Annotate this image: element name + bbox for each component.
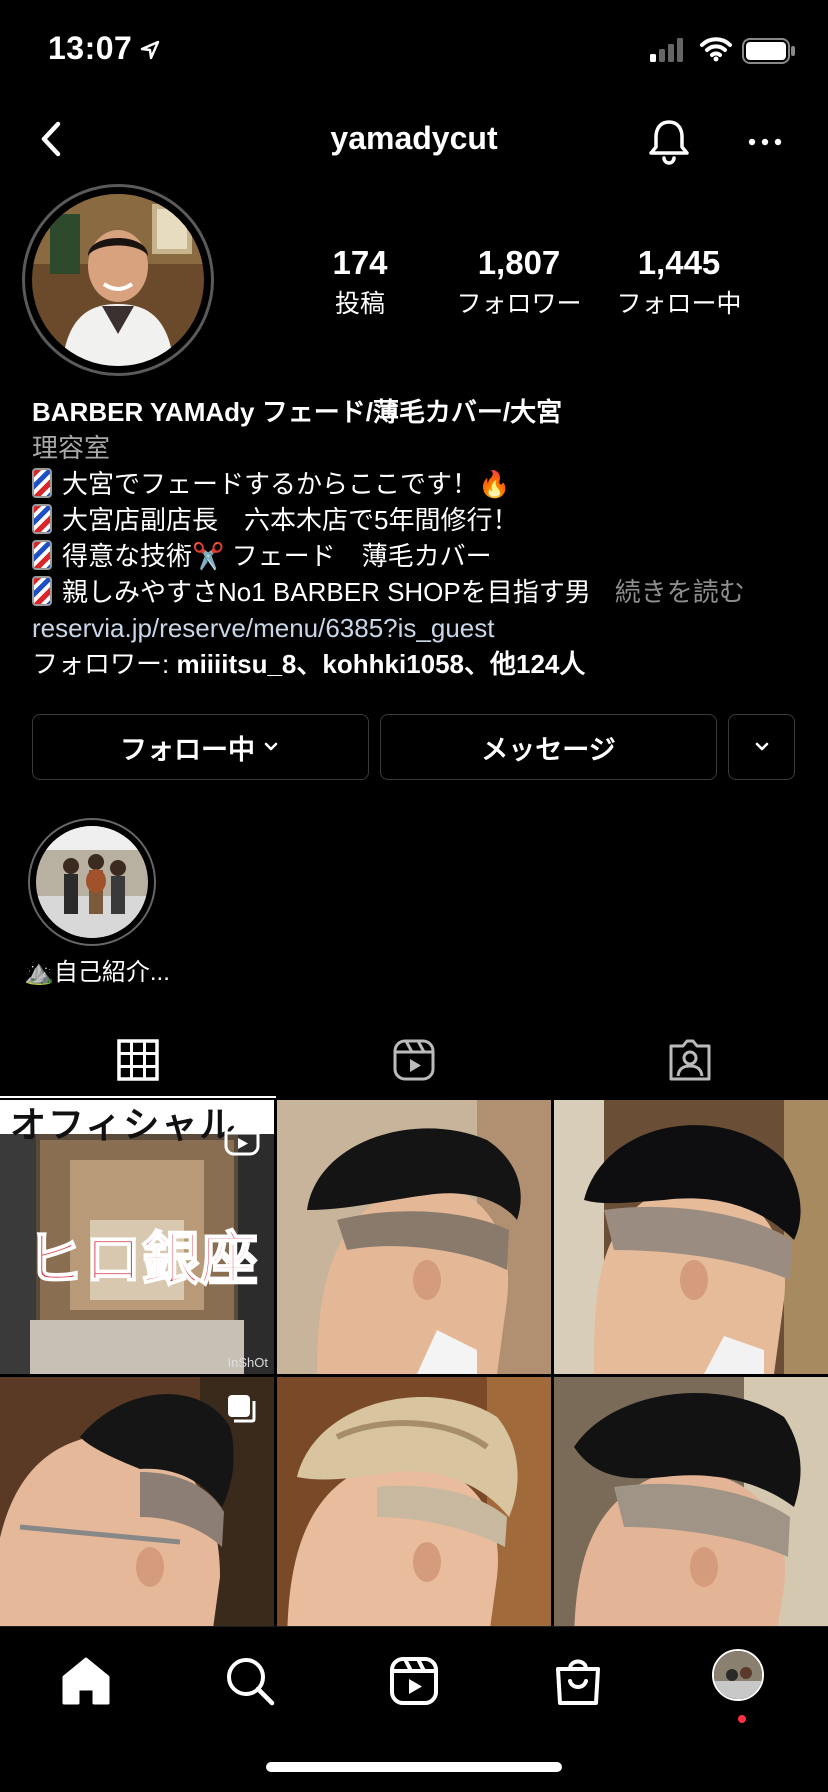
tab-posts-grid[interactable] (0, 1022, 276, 1098)
grid-post[interactable] (554, 1100, 828, 1374)
posts-count: 174 (332, 244, 388, 281)
tab-tagged[interactable] (552, 1022, 828, 1098)
chevron-down-icon (264, 742, 278, 751)
grid-post[interactable] (277, 1100, 551, 1374)
tab-reels[interactable] (276, 1022, 552, 1098)
barber-pole-icon (32, 468, 52, 498)
status-time: 13:07 (48, 30, 133, 66)
post-overlay-main: ヒロ銀座 (25, 1224, 259, 1294)
active-tab-indicator (0, 1096, 276, 1098)
reels-icon[interactable] (384, 1651, 444, 1711)
following-label: フォロー中 (616, 290, 742, 318)
bell-icon[interactable] (642, 114, 696, 168)
mountain-icon: ⛰️ (24, 959, 54, 986)
message-button[interactable]: メッセージ (380, 714, 717, 780)
following-count: 1,445 (637, 244, 721, 281)
battery-icon (742, 38, 795, 64)
barber-pole-icon (32, 540, 52, 570)
stat-posts[interactable]: 174 投稿 (285, 244, 435, 320)
grid-post[interactable] (0, 1377, 274, 1651)
grid-post[interactable]: オフィシャル ヒロ銀座 InShOt (0, 1100, 274, 1374)
bio-line: 得意な技術✂️ フェード 薄毛カバー (32, 538, 812, 574)
grid-icon (117, 1039, 159, 1081)
post-overlay-title: オフィシャル (10, 1104, 238, 1146)
read-more-link[interactable]: 続きを読む (615, 577, 745, 607)
followers-count: 1,807 (477, 244, 561, 281)
status-bar: 13:07 (0, 0, 828, 100)
grid-post[interactable] (554, 1377, 828, 1651)
profile-header: yamadycut (0, 100, 828, 180)
home-icon[interactable] (56, 1651, 116, 1711)
barber-pole-icon (32, 504, 52, 534)
profile-avatar-tab[interactable] (712, 1649, 764, 1701)
reel-play-icon (224, 1122, 260, 1156)
posts-label: 投稿 (334, 290, 385, 318)
notification-dot (738, 1715, 746, 1723)
more-options-icon[interactable] (740, 122, 790, 162)
post-watermark: InShOt (227, 1355, 268, 1370)
carousel-icon (228, 1395, 256, 1423)
avatar[interactable] (32, 194, 204, 366)
search-icon[interactable] (220, 1651, 280, 1711)
reels-icon (393, 1039, 435, 1081)
story-highlight-label: ⛰️自己紹介... (24, 959, 170, 986)
category-label: 理容室 (32, 433, 111, 463)
location-arrow-icon (140, 40, 160, 60)
wifi-icon (700, 37, 732, 62)
bio: BARBER YAMAdy フェード/薄毛カバー/大宮 理容室 大宮でフェードす… (32, 394, 812, 682)
following-button[interactable]: フォロー中 (32, 714, 369, 780)
home-indicator (266, 1762, 562, 1772)
chevron-down-icon (755, 742, 768, 751)
bio-line: 大宮でフェードするからここです！🔥 (32, 466, 812, 502)
bio-line: 大宮店副店長 六本木店で5年間修行！ (32, 502, 812, 538)
followers-label: フォロワー (456, 290, 582, 318)
website-link[interactable]: reservia.jp/reserve/menu/6385?is_guest (32, 610, 812, 646)
tagged-person-icon (669, 1039, 711, 1081)
shop-bag-icon[interactable] (548, 1651, 608, 1711)
stat-following[interactable]: 1,445 フォロー中 (604, 244, 754, 320)
followed-by[interactable]: フォロワー: miiiitsu_8、kohhki1058、他124人 (32, 646, 812, 682)
story-highlight[interactable] (36, 826, 148, 938)
grid-post[interactable] (277, 1377, 551, 1651)
page-title: yamadycut (330, 120, 498, 156)
barber-pole-icon (32, 576, 52, 606)
cellular-signal-icon (650, 38, 683, 62)
stat-followers[interactable]: 1,807 フォロワー (444, 244, 594, 320)
display-name: BARBER YAMAdy フェード/薄毛カバー/大宮 (32, 397, 563, 427)
bio-line: 親しみやすさNo1 BARBER SHOPを目指す男 続きを読む (32, 574, 812, 610)
suggested-accounts-button[interactable] (728, 714, 795, 780)
